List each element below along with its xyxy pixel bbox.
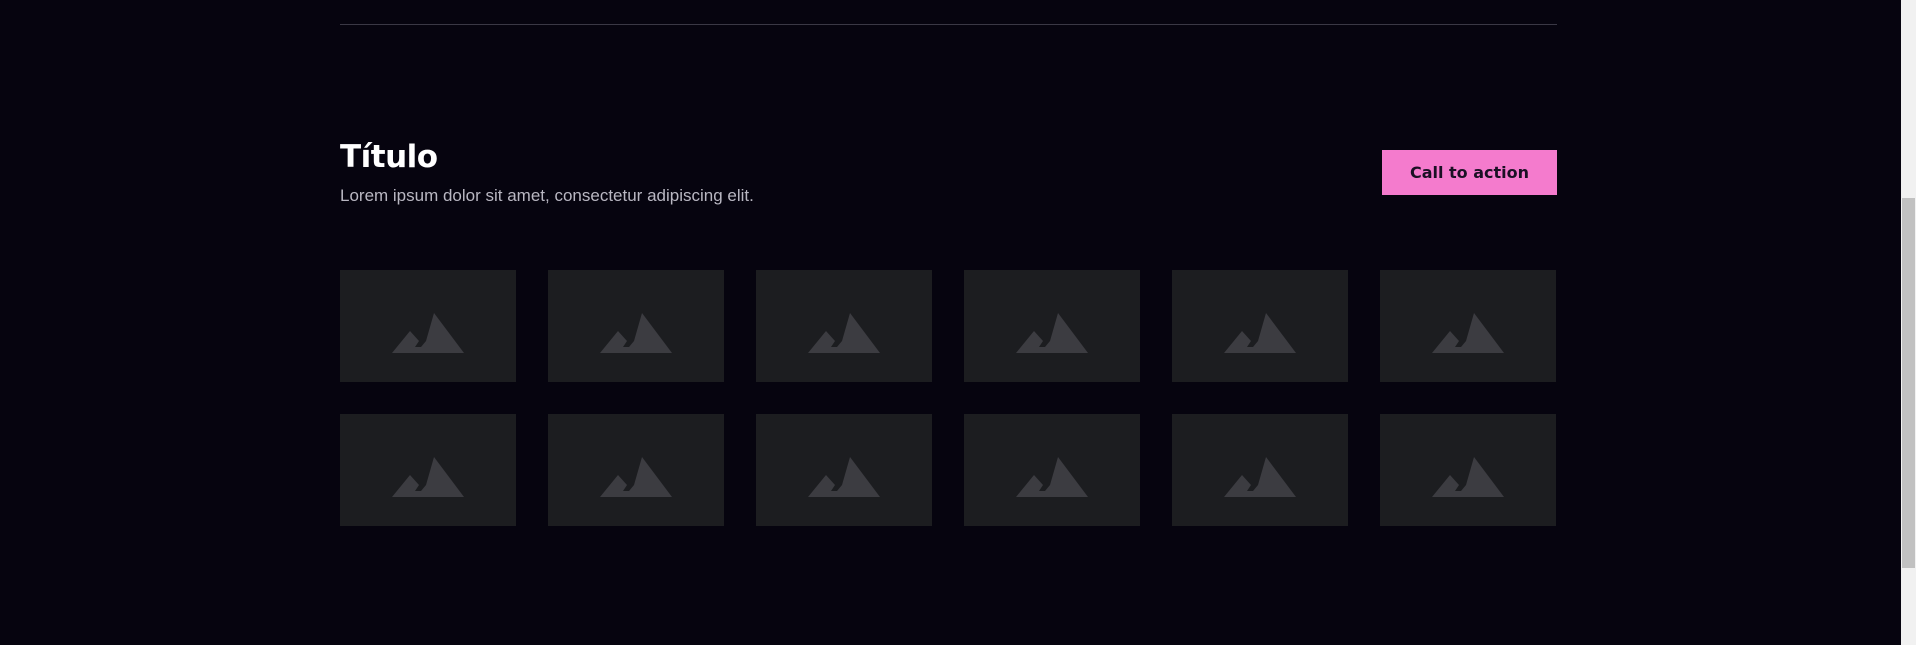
image-placeholder-icon [392,299,464,353]
image-placeholder [548,414,724,526]
image-placeholder [1172,414,1348,526]
image-placeholder [964,414,1140,526]
image-placeholder-icon [1224,299,1296,353]
page: Título Lorem ipsum dolor sit amet, conse… [0,0,1916,645]
image-placeholder [756,270,932,382]
image-placeholder [340,270,516,382]
image-placeholder-icon [1224,443,1296,497]
image-placeholder-icon [1432,443,1504,497]
image-placeholder [964,270,1140,382]
section-title: Título [340,139,438,175]
image-placeholder [1380,270,1556,382]
scrollbar-thumb[interactable] [1902,198,1915,568]
image-placeholder [756,414,932,526]
image-placeholder [548,270,724,382]
image-placeholder [340,414,516,526]
call-to-action-button[interactable]: Call to action [1382,150,1557,195]
image-placeholder-icon [808,443,880,497]
image-gallery [340,270,1557,526]
image-placeholder [1172,270,1348,382]
section-divider [340,24,1557,25]
scrollbar-track[interactable] [1901,0,1916,645]
image-placeholder-icon [392,443,464,497]
image-placeholder [1380,414,1556,526]
image-placeholder-icon [1432,299,1504,353]
image-placeholder-icon [600,443,672,497]
image-placeholder-icon [1016,443,1088,497]
image-placeholder-icon [1016,299,1088,353]
image-placeholder-icon [600,299,672,353]
image-placeholder-icon [808,299,880,353]
section-subtitle: Lorem ipsum dolor sit amet, consectetur … [340,186,754,205]
